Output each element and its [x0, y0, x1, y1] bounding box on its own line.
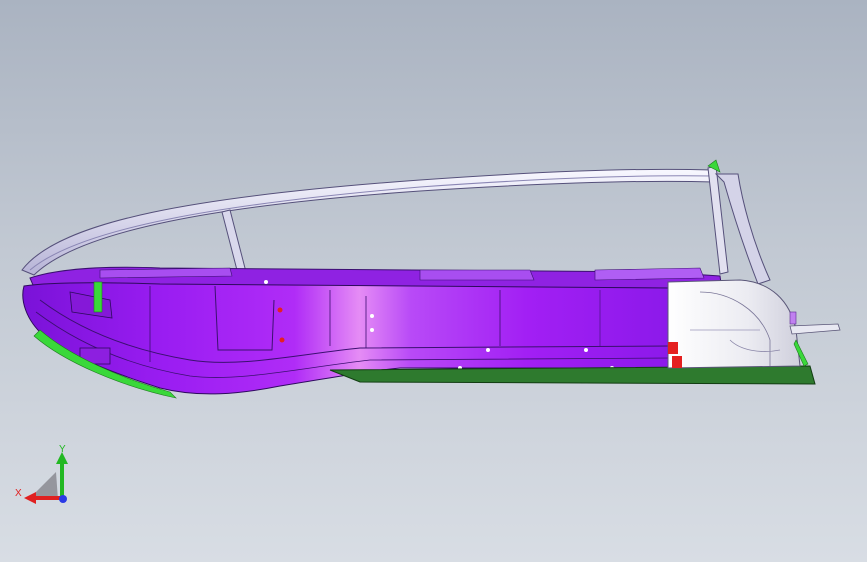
y-axis-label: Y	[59, 444, 66, 455]
x-axis-label: X	[15, 488, 22, 499]
cad-model-view[interactable]: Y X	[0, 0, 867, 562]
rear-bumper-section[interactable]	[667, 279, 841, 369]
z-axis-dot	[59, 495, 67, 503]
coordinate-triad-icon: Y X	[15, 444, 68, 504]
graphics-viewport[interactable]: Y X	[0, 0, 867, 562]
roof-frame[interactable]	[21, 159, 771, 285]
